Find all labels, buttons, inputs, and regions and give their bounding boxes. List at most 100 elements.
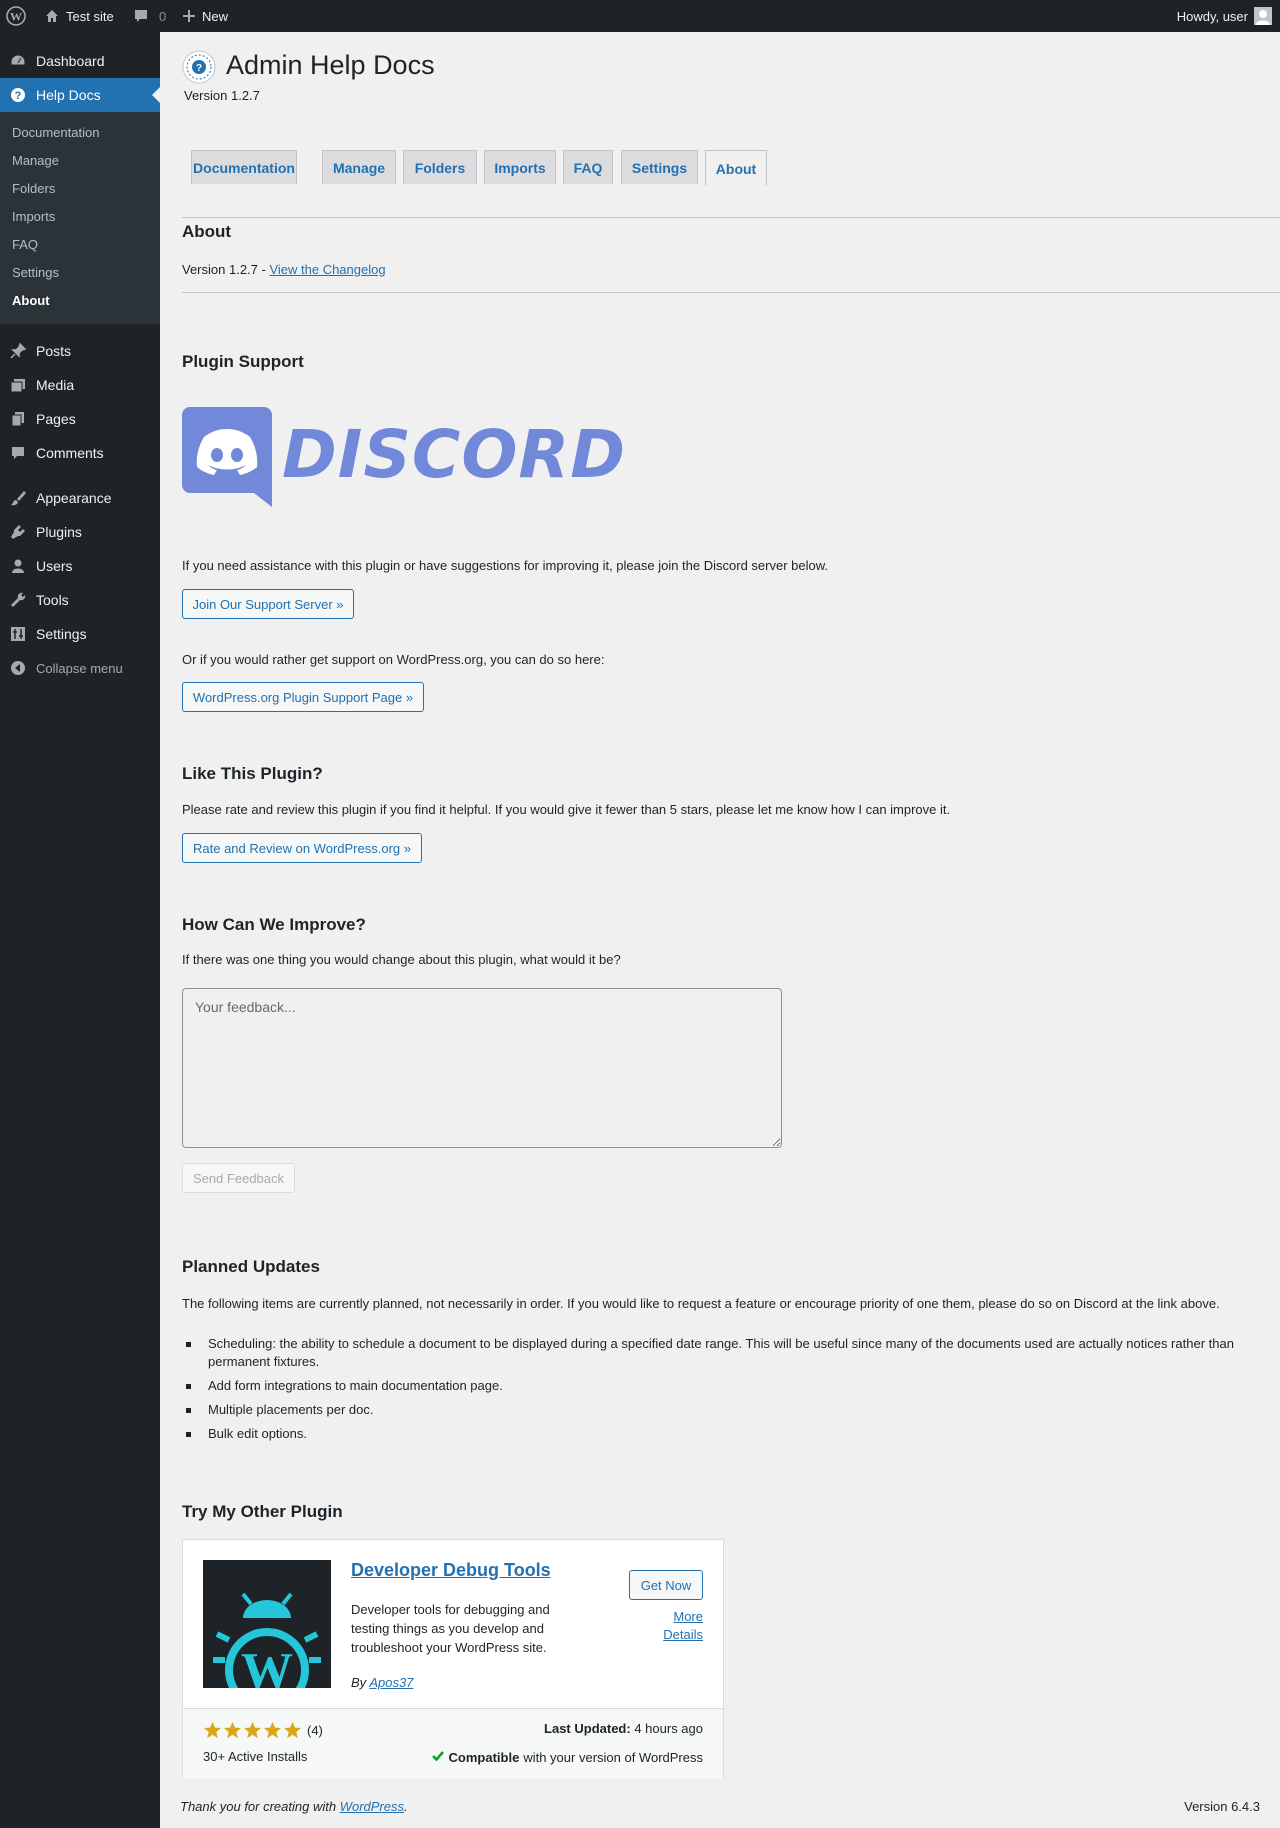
planned-updates-list: Scheduling: the ability to schedule a do… bbox=[160, 1335, 1238, 1449]
sidebar-item-help-docs[interactable]: ? Help Docs bbox=[0, 78, 160, 112]
planned-updates-heading: Planned Updates bbox=[182, 1257, 320, 1276]
bug-icon: W bbox=[213, 1592, 321, 1688]
other-plugin-heading: Try My Other Plugin bbox=[182, 1502, 343, 1521]
sidebar-item-dashboard[interactable]: Dashboard bbox=[0, 44, 160, 78]
footer-thanks-suffix: . bbox=[404, 1799, 408, 1814]
sidebar-item-media[interactable]: Media bbox=[0, 368, 160, 402]
sidebar-item-label: Plugins bbox=[36, 524, 82, 540]
about-heading: About bbox=[182, 222, 232, 241]
wordpress-logo-icon[interactable]: W bbox=[6, 0, 26, 32]
comments-count: 0 bbox=[159, 8, 167, 24]
plugin-support-heading: Plugin Support bbox=[182, 352, 304, 371]
sidebar-item-label: Posts bbox=[36, 343, 72, 359]
divider bbox=[182, 292, 1280, 293]
tab-manage[interactable]: Manage bbox=[322, 150, 396, 184]
sidebar-item-posts[interactable]: Posts bbox=[0, 334, 160, 368]
home-icon bbox=[44, 8, 60, 24]
sidebar-item-label: Appearance bbox=[36, 490, 112, 506]
star-icon bbox=[263, 1721, 282, 1739]
tab-imports[interactable]: Imports bbox=[484, 150, 556, 184]
wordpress-link[interactable]: WordPress bbox=[340, 1799, 404, 1814]
more-details-link[interactable]: More Details bbox=[663, 1608, 703, 1644]
last-updated: Last Updated: 4 hours ago bbox=[544, 1721, 703, 1736]
list-item: Multiple placements per doc. bbox=[160, 1401, 1238, 1419]
author-link[interactable]: Apos37 bbox=[369, 1675, 413, 1690]
help-docs-submenu: Documentation Manage Folders Imports FAQ… bbox=[0, 112, 160, 324]
my-account-link[interactable]: Howdy, user bbox=[1177, 0, 1272, 32]
sidebar-item-settings[interactable]: Settings bbox=[0, 617, 160, 651]
star-icon bbox=[223, 1721, 242, 1739]
tab-documentation[interactable]: Documentation bbox=[191, 150, 297, 184]
page-title: Admin Help Docs bbox=[226, 50, 435, 80]
media-icon bbox=[0, 376, 36, 394]
list-item: Bulk edit options. bbox=[160, 1425, 1238, 1443]
tab-folders[interactable]: Folders bbox=[403, 150, 477, 184]
new-label: New bbox=[202, 8, 229, 24]
send-feedback-button[interactable]: Send Feedback bbox=[182, 1163, 295, 1193]
sidebar-item-label: Dashboard bbox=[36, 53, 105, 69]
sidebar-item-label: Pages bbox=[36, 411, 76, 427]
feedback-textarea[interactable] bbox=[182, 988, 782, 1148]
comments-link[interactable]: 0 bbox=[133, 0, 166, 32]
star-icon bbox=[243, 1721, 262, 1739]
star-icon bbox=[283, 1721, 302, 1739]
tab-faq[interactable]: FAQ bbox=[563, 150, 613, 184]
brush-icon bbox=[0, 489, 36, 507]
sidebar-item-plugins[interactable]: Plugins bbox=[0, 515, 160, 549]
submenu-settings[interactable]: Settings bbox=[12, 265, 59, 280]
admin-bar: W Test site 0 New Howdy, user bbox=[0, 0, 1280, 32]
user-icon bbox=[0, 557, 36, 575]
tab-about[interactable]: About bbox=[705, 150, 767, 186]
submenu-imports[interactable]: Imports bbox=[12, 209, 55, 224]
wporg-support-intro: Or if you would rather get support on Wo… bbox=[182, 652, 605, 667]
comment-icon bbox=[0, 444, 36, 462]
last-updated-label: Last Updated: bbox=[544, 1721, 631, 1736]
sidebar-item-comments[interactable]: Comments bbox=[0, 436, 160, 470]
stars bbox=[203, 1721, 302, 1740]
planned-updates-intro: The following items are currently planne… bbox=[182, 1296, 1220, 1311]
svg-text:W: W bbox=[10, 10, 22, 24]
rate-review-button[interactable]: Rate and Review on WordPress.org » bbox=[182, 833, 422, 863]
support-intro: If you need assistance with this plugin … bbox=[182, 558, 829, 573]
sidebar-item-label: Settings bbox=[36, 626, 87, 642]
compatible-label: Compatible bbox=[448, 1750, 520, 1765]
collapse-arrow-icon bbox=[0, 659, 36, 677]
submenu-folders[interactable]: Folders bbox=[12, 181, 55, 196]
submenu-manage[interactable]: Manage bbox=[12, 153, 59, 168]
checkmark-icon bbox=[431, 1749, 445, 1766]
compatibility: Compatible with your version of WordPres… bbox=[431, 1749, 703, 1766]
plugin-logo: ? bbox=[182, 50, 216, 87]
sidebar-item-label: Comments bbox=[36, 445, 104, 461]
list-item: Scheduling: the ability to schedule a do… bbox=[160, 1335, 1238, 1371]
submenu-about[interactable]: About bbox=[12, 293, 50, 308]
wporg-support-button[interactable]: WordPress.org Plugin Support Page » bbox=[182, 682, 424, 712]
sidebar-item-tools[interactable]: Tools bbox=[0, 583, 160, 617]
svg-text:?: ? bbox=[196, 63, 202, 74]
join-discord-button[interactable]: Join Our Support Server » bbox=[182, 589, 354, 619]
plugin-icon bbox=[0, 523, 36, 541]
avatar bbox=[1254, 7, 1272, 25]
about-version-line: Version 1.2.7 - View the Changelog bbox=[182, 262, 386, 277]
site-name-link[interactable]: Test site bbox=[44, 0, 114, 32]
submenu-documentation[interactable]: Documentation bbox=[12, 125, 99, 140]
sidebar-item-users[interactable]: Users bbox=[0, 549, 160, 583]
plugin-name-link[interactable]: Developer Debug Tools bbox=[351, 1560, 551, 1581]
compatible-suffix: with your version of WordPress bbox=[523, 1750, 703, 1765]
dashboard-icon bbox=[0, 52, 36, 70]
sidebar-item-label: Media bbox=[36, 377, 75, 393]
sidebar-item-pages[interactable]: Pages bbox=[0, 402, 160, 436]
sidebar-item-label: Users bbox=[36, 558, 73, 574]
discord-wordmark: DISCORD bbox=[282, 416, 627, 493]
comment-icon bbox=[133, 8, 149, 24]
changelog-link[interactable]: View the Changelog bbox=[269, 262, 385, 277]
new-content-link[interactable]: New bbox=[182, 0, 228, 32]
author-prefix: By bbox=[351, 1675, 370, 1690]
tab-settings[interactable]: Settings bbox=[621, 150, 698, 184]
submenu-faq[interactable]: FAQ bbox=[12, 237, 38, 252]
sidebar-item-appearance[interactable]: Appearance bbox=[0, 481, 160, 515]
get-now-button[interactable]: Get Now bbox=[629, 1570, 703, 1600]
collapse-menu-button[interactable]: Collapse menu bbox=[0, 651, 160, 685]
like-plugin-text: Please rate and review this plugin if yo… bbox=[182, 802, 951, 817]
plugin-description: Developer tools for debugging and testin… bbox=[351, 1602, 550, 1655]
sidebar-item-label: Tools bbox=[36, 592, 69, 608]
